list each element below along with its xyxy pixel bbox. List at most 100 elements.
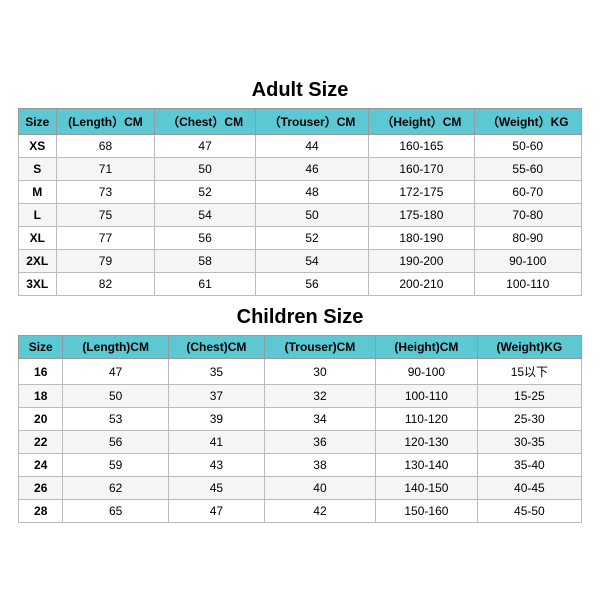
adult-cell-6-2: 61	[155, 273, 255, 296]
adult-cell-1-3: 46	[255, 158, 368, 181]
children-cell-3-4: 120-130	[376, 431, 478, 454]
adult-cell-1-0: S	[19, 158, 57, 181]
adult-cell-4-3: 52	[255, 227, 368, 250]
children-header-cell-0: Size	[19, 336, 63, 359]
children-cell-4-3: 38	[264, 454, 375, 477]
adult-cell-4-1: 77	[56, 227, 155, 250]
children-cell-6-2: 47	[168, 500, 264, 523]
children-cell-4-0: 24	[19, 454, 63, 477]
children-cell-2-4: 110-120	[376, 408, 478, 431]
adult-size-table: Size(Length）CM（Chest）CM（Trouser）CM（Heigh…	[18, 108, 582, 296]
adult-cell-0-2: 47	[155, 135, 255, 158]
children-cell-0-5: 15以下	[477, 359, 581, 385]
adult-cell-0-5: 50-60	[474, 135, 581, 158]
children-table-row: 28654742150-16045-50	[19, 500, 582, 523]
children-cell-5-5: 40-45	[477, 477, 581, 500]
children-cell-3-5: 30-35	[477, 431, 581, 454]
adult-cell-5-2: 58	[155, 250, 255, 273]
adult-cell-2-0: M	[19, 181, 57, 204]
adult-header-cell-0: Size	[19, 109, 57, 135]
adult-cell-4-2: 56	[155, 227, 255, 250]
adult-cell-4-0: XL	[19, 227, 57, 250]
children-cell-6-4: 150-160	[376, 500, 478, 523]
adult-cell-5-1: 79	[56, 250, 155, 273]
children-cell-4-5: 35-40	[477, 454, 581, 477]
adult-table-row: L755450175-18070-80	[19, 204, 582, 227]
adult-cell-1-1: 71	[56, 158, 155, 181]
adult-header-cell-2: （Chest）CM	[155, 109, 255, 135]
adult-table-header: Size(Length）CM（Chest）CM（Trouser）CM（Heigh…	[19, 109, 582, 135]
adult-cell-2-5: 60-70	[474, 181, 581, 204]
adult-cell-5-3: 54	[255, 250, 368, 273]
adult-cell-2-4: 172-175	[369, 181, 474, 204]
adult-cell-0-4: 160-165	[369, 135, 474, 158]
children-cell-3-1: 56	[63, 431, 168, 454]
adult-cell-5-4: 190-200	[369, 250, 474, 273]
children-header-row: Size(Length)CM(Chest)CM(Trouser)CM(Heigh…	[19, 336, 582, 359]
children-table-row: 26624540140-15040-45	[19, 477, 582, 500]
children-cell-0-1: 47	[63, 359, 168, 385]
children-cell-2-1: 53	[63, 408, 168, 431]
children-cell-0-2: 35	[168, 359, 264, 385]
children-table-row: 20533934110-12025-30	[19, 408, 582, 431]
adult-cell-4-5: 80-90	[474, 227, 581, 250]
children-cell-1-1: 50	[63, 385, 168, 408]
children-cell-5-2: 45	[168, 477, 264, 500]
children-cell-4-2: 43	[168, 454, 264, 477]
children-header-cell-5: (Weight)KG	[477, 336, 581, 359]
children-cell-4-1: 59	[63, 454, 168, 477]
adult-table-row: S715046160-17055-60	[19, 158, 582, 181]
children-cell-1-5: 15-25	[477, 385, 581, 408]
adult-table-row: 2XL795854190-20090-100	[19, 250, 582, 273]
children-table-header: Size(Length)CM(Chest)CM(Trouser)CM(Heigh…	[19, 336, 582, 359]
children-cell-2-3: 34	[264, 408, 375, 431]
adult-cell-0-3: 44	[255, 135, 368, 158]
adult-table-row: XS684744160-16550-60	[19, 135, 582, 158]
children-cell-0-3: 30	[264, 359, 375, 385]
children-cell-3-0: 22	[19, 431, 63, 454]
children-cell-1-3: 32	[264, 385, 375, 408]
adult-cell-6-1: 82	[56, 273, 155, 296]
children-cell-5-3: 40	[264, 477, 375, 500]
children-cell-4-4: 130-140	[376, 454, 478, 477]
adult-cell-3-5: 70-80	[474, 204, 581, 227]
adult-cell-3-1: 75	[56, 204, 155, 227]
children-cell-1-4: 100-110	[376, 385, 478, 408]
children-header-cell-4: (Height)CM	[376, 336, 478, 359]
children-table-row: 1647353090-10015以下	[19, 359, 582, 385]
adult-table-row: M735248172-17560-70	[19, 181, 582, 204]
adult-header-cell-4: （Height）CM	[369, 109, 474, 135]
adult-table-row: XL775652180-19080-90	[19, 227, 582, 250]
adult-cell-3-4: 175-180	[369, 204, 474, 227]
children-size-table: Size(Length)CM(Chest)CM(Trouser)CM(Heigh…	[18, 335, 582, 523]
children-size-title: Children Size	[18, 300, 582, 335]
adult-cell-1-5: 55-60	[474, 158, 581, 181]
children-cell-2-0: 20	[19, 408, 63, 431]
adult-cell-3-0: L	[19, 204, 57, 227]
adult-header-cell-1: (Length）CM	[56, 109, 155, 135]
adult-cell-0-1: 68	[56, 135, 155, 158]
children-cell-6-3: 42	[264, 500, 375, 523]
children-cell-5-4: 140-150	[376, 477, 478, 500]
children-cell-6-0: 28	[19, 500, 63, 523]
adult-header-cell-3: （Trouser）CM	[255, 109, 368, 135]
children-header-cell-2: (Chest)CM	[168, 336, 264, 359]
children-cell-3-3: 36	[264, 431, 375, 454]
children-table-row: 18503732100-11015-25	[19, 385, 582, 408]
adult-cell-5-0: 2XL	[19, 250, 57, 273]
adult-table-row: 3XL826156200-210100-110	[19, 273, 582, 296]
adult-cell-1-4: 160-170	[369, 158, 474, 181]
children-cell-6-1: 65	[63, 500, 168, 523]
size-chart-container: Adult Size Size(Length）CM（Chest）CM（Trous…	[10, 65, 590, 535]
children-cell-0-0: 16	[19, 359, 63, 385]
children-cell-1-0: 18	[19, 385, 63, 408]
children-cell-5-0: 26	[19, 477, 63, 500]
children-cell-1-2: 37	[168, 385, 264, 408]
adult-cell-3-2: 54	[155, 204, 255, 227]
adult-cell-0-0: XS	[19, 135, 57, 158]
children-table-row: 22564136120-13030-35	[19, 431, 582, 454]
adult-cell-6-3: 56	[255, 273, 368, 296]
adult-table-body: XS684744160-16550-60S715046160-17055-60M…	[19, 135, 582, 296]
adult-header-cell-5: （Weight）KG	[474, 109, 581, 135]
children-table-body: 1647353090-10015以下18503732100-11015-2520…	[19, 359, 582, 523]
